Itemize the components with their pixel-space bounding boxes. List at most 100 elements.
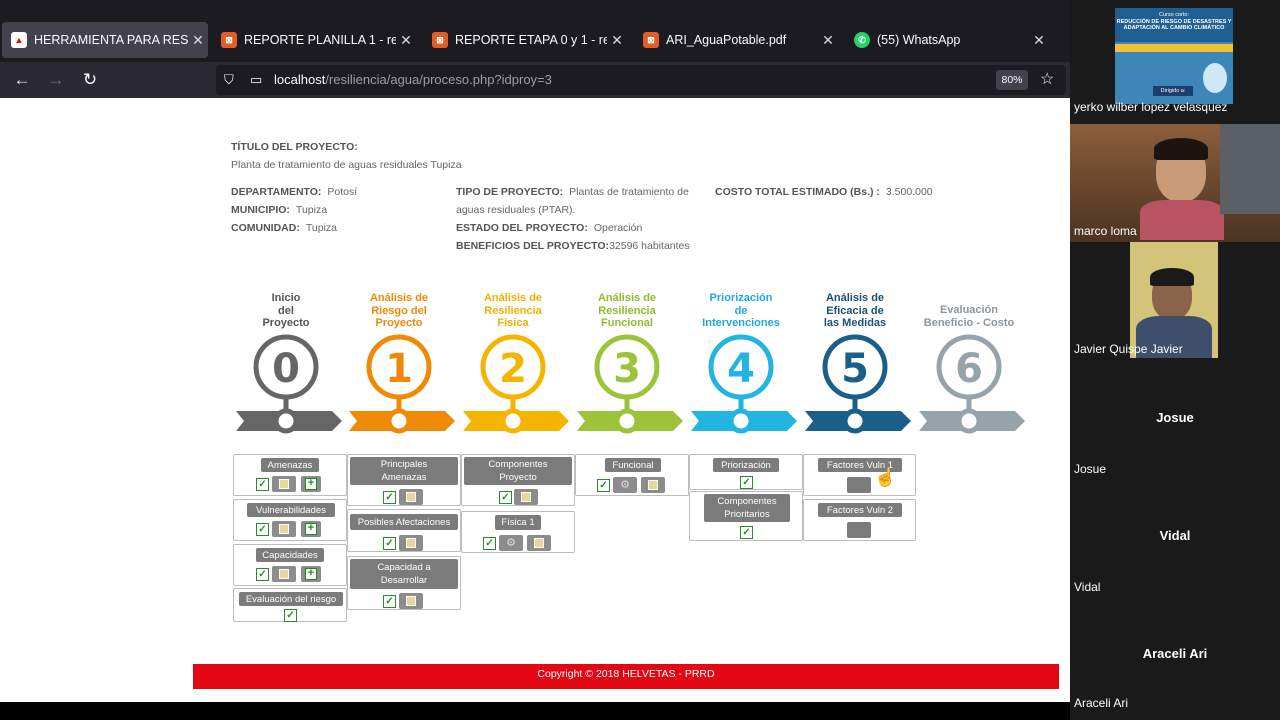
participant-tile-marco[interactable]: marco loma bbox=[1070, 118, 1280, 242]
vulnerabilidades-button[interactable]: Vulnerabilidades bbox=[247, 503, 335, 517]
checkmark-icon: ✓ bbox=[483, 537, 496, 550]
tab-title: (55) WhatsApp bbox=[877, 33, 961, 47]
priorizacion-button[interactable]: Priorización bbox=[713, 458, 779, 472]
card-capacidades: Capacidades ✓ + bbox=[233, 544, 347, 586]
participant-display-name: Josue bbox=[1156, 410, 1194, 425]
edit-icon[interactable] bbox=[527, 535, 551, 551]
amenazas-button[interactable]: Amenazas bbox=[261, 458, 319, 472]
add-icon[interactable]: + bbox=[301, 521, 321, 537]
funcional-button[interactable]: Funcional bbox=[605, 458, 661, 472]
tab-reporte-etapa[interactable]: ⊠ REPORTE ETAPA 0 y 1 - reporteetapa ✕ bbox=[423, 22, 627, 58]
factores2-button[interactable]: Factores Vuln 2 bbox=[818, 503, 902, 517]
card-factores2: Factores Vuln 2 bbox=[803, 499, 916, 541]
checkmark-icon: ✓ bbox=[597, 479, 610, 492]
step-0-graphic[interactable]: 0 bbox=[236, 334, 342, 434]
card-factores1: Factores Vuln 1 ☝ bbox=[803, 454, 916, 496]
close-tab-icon[interactable]: ✕ bbox=[1029, 32, 1049, 49]
edit-icon[interactable] bbox=[399, 535, 423, 551]
add-icon[interactable]: + bbox=[301, 476, 321, 492]
step-number: 0 bbox=[272, 346, 300, 392]
browser-nav-bar: ← → ↻ ⛉ ▭ localhost/resiliencia/agua/pro… bbox=[0, 62, 1070, 98]
checkmark-icon: ✓ bbox=[383, 537, 396, 550]
close-tab-icon[interactable]: ✕ bbox=[607, 32, 627, 49]
step-6-graphic[interactable]: 6 bbox=[919, 334, 1025, 434]
posibles-afectaciones-button[interactable]: Posibles Afectaciones bbox=[350, 514, 458, 530]
tab-herramienta[interactable]: ▲ HERRAMIENTA PARA RESILIENCIA ✕ bbox=[2, 22, 208, 58]
zoom-level[interactable]: 80% bbox=[996, 70, 1028, 90]
step-node bbox=[500, 408, 526, 434]
checkmark-icon: ✓ bbox=[383, 595, 396, 608]
close-tab-icon[interactable]: ✕ bbox=[396, 32, 416, 49]
empty-action-button[interactable] bbox=[847, 477, 871, 493]
report-favicon-icon: ⊠ bbox=[432, 32, 448, 48]
edit-icon[interactable] bbox=[514, 489, 538, 505]
edit-icon[interactable] bbox=[272, 521, 296, 537]
shield-icon[interactable]: ⛉ bbox=[224, 72, 234, 88]
evaluacion-button[interactable]: Evaluación del riesgo bbox=[239, 592, 343, 606]
settings-icon[interactable]: ⚙ bbox=[613, 477, 637, 493]
participant-tile-vidal[interactable]: Vidal Vidal bbox=[1070, 478, 1280, 596]
bookmark-star-icon[interactable]: ☆ bbox=[1040, 69, 1054, 89]
edit-icon[interactable] bbox=[272, 566, 296, 582]
card-posibles-afectaciones: Posibles Afectaciones ✓ bbox=[347, 509, 461, 552]
tab-title: ARI_AguaPotable.pdf bbox=[666, 33, 787, 47]
checkmark-icon: ✓ bbox=[256, 478, 269, 491]
principales-amenazas-button[interactable]: Principales Amenazas bbox=[350, 457, 458, 485]
edit-icon[interactable] bbox=[399, 489, 423, 505]
report-favicon-icon: ⊠ bbox=[643, 32, 659, 48]
card-amenazas: Amenazas ✓ + bbox=[233, 454, 347, 496]
edit-icon[interactable] bbox=[272, 476, 296, 492]
fisica1-button[interactable]: Física 1 bbox=[495, 515, 541, 530]
componentes-proyecto-button[interactable]: Componentes Proyecto bbox=[464, 457, 572, 485]
participant-tile-yerko[interactable]: Curso corto: REDUCCIÓN DE RIESGO DE DESAS… bbox=[1070, 0, 1280, 118]
screen-border bbox=[0, 702, 1070, 720]
settings-icon[interactable]: ⚙ bbox=[499, 535, 523, 551]
video-call-panel: Curso corto: REDUCCIÓN DE RIESGO DE DESAS… bbox=[1070, 0, 1280, 720]
edit-icon[interactable] bbox=[399, 593, 423, 609]
forward-icon[interactable]: → bbox=[44, 68, 68, 92]
step-number: 2 bbox=[499, 346, 527, 392]
tab-whatsapp[interactable]: ✆ (55) WhatsApp ✕ bbox=[845, 22, 1049, 58]
step-node bbox=[728, 408, 754, 434]
step-1-graphic[interactable]: 1 bbox=[349, 334, 455, 434]
step-node bbox=[386, 408, 412, 434]
step-number: 3 bbox=[613, 346, 641, 392]
reload-icon[interactable]: ↻ bbox=[78, 68, 102, 92]
step-2-graphic[interactable]: 2 bbox=[463, 334, 569, 434]
type-block: TIPO DE PROYECTO: Plantas de tratamiento … bbox=[456, 186, 690, 252]
participant-name: yerko wilber lopez velasquez bbox=[1074, 100, 1228, 114]
edit-icon[interactable] bbox=[641, 477, 665, 493]
step-number: 6 bbox=[955, 346, 983, 392]
close-tab-icon[interactable]: ✕ bbox=[188, 32, 208, 49]
url-text[interactable]: localhost/resiliencia/agua/proceso.php?i… bbox=[274, 72, 552, 87]
step-5-graphic[interactable]: 5 bbox=[805, 334, 911, 434]
participant-tile-josue[interactable]: Josue Josue bbox=[1070, 360, 1280, 478]
address-bar[interactable]: ⛉ ▭ localhost/resiliencia/agua/proceso.p… bbox=[216, 65, 1066, 95]
step-node bbox=[614, 408, 640, 434]
checkmark-icon: ✓ bbox=[284, 609, 297, 622]
step-4-graphic[interactable]: 4 bbox=[691, 334, 797, 434]
step-node bbox=[956, 408, 982, 434]
participant-name: Javier Quispe Javier bbox=[1074, 342, 1183, 356]
participant-tile-javier[interactable]: Javier Quispe Javier bbox=[1070, 242, 1280, 360]
card-vulnerabilidades: Vulnerabilidades ✓ + bbox=[233, 499, 347, 541]
site-favicon-icon: ▲ bbox=[11, 32, 27, 48]
capacidades-button[interactable]: Capacidades bbox=[256, 548, 324, 562]
tab-pdf[interactable]: ⊠ ARI_AguaPotable.pdf ✕ bbox=[634, 22, 838, 58]
step-3-graphic[interactable]: 3 bbox=[577, 334, 683, 434]
shared-poster-image: Curso corto: REDUCCIÓN DE RIESGO DE DESAS… bbox=[1115, 8, 1233, 104]
process-steps-graphic: 0 1 2 3 4 5 6 bbox=[236, 334, 1025, 434]
back-icon[interactable]: ← bbox=[10, 68, 34, 92]
card-componentes-proyecto: Componentes Proyecto ✓ bbox=[461, 454, 575, 506]
empty-action-button[interactable] bbox=[847, 522, 871, 538]
close-tab-icon[interactable]: ✕ bbox=[818, 32, 838, 49]
whatsapp-icon: ✆ bbox=[854, 32, 870, 48]
checkmark-icon: ✓ bbox=[256, 523, 269, 536]
tab-reporte-planilla[interactable]: ⊠ REPORTE PLANILLA 1 - reporteplanilla1 … bbox=[212, 22, 416, 58]
capacidad-desarrollar-button[interactable]: Capacidad a Desarrollar bbox=[350, 559, 458, 589]
step-node bbox=[273, 408, 299, 434]
add-icon[interactable]: + bbox=[301, 566, 321, 582]
participant-tile-araceli[interactable]: Araceli Ari Araceli Ari bbox=[1070, 596, 1280, 720]
componentes-prioritarios-button[interactable]: Componentes Prioritarios bbox=[704, 494, 790, 522]
tab-title: HERRAMIENTA PARA RESILIENCIA bbox=[34, 33, 188, 47]
